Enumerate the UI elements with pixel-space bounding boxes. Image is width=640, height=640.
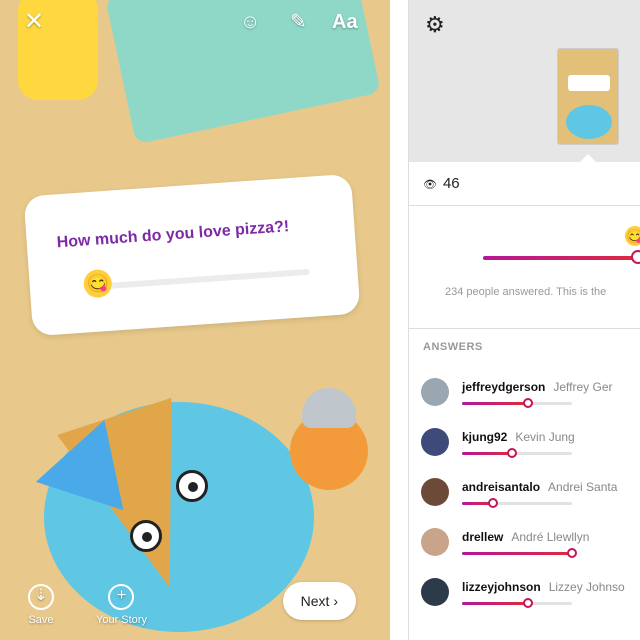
thumbnail-poll-card	[568, 75, 610, 91]
divider	[390, 0, 408, 640]
answer-slider-knob	[567, 548, 577, 558]
cartoon-eye-icon	[130, 520, 162, 552]
your-story-label: Your Story	[96, 614, 147, 626]
sticker-icon[interactable]: ☺	[240, 10, 260, 34]
answer-row[interactable]: kjung92 Kevin Jung	[409, 428, 640, 478]
answer-fullname: Lizzey Johnso	[548, 580, 625, 594]
answer-row[interactable]: jeffreydgerson Jeffrey Ger	[409, 378, 640, 428]
answer-username: drellew	[462, 530, 504, 544]
answer-row[interactable]: andreisantalo Andrei Santa	[409, 478, 640, 528]
thumbnail-plate	[566, 105, 612, 139]
answer-username: kjung92	[462, 430, 508, 444]
viking-helmet-illustration	[302, 388, 356, 428]
answer-slider-knob	[523, 598, 533, 608]
answer-fullname: Jeffrey Ger	[553, 380, 613, 394]
your-story-button[interactable]: + Your Story	[96, 584, 147, 626]
save-label: Save	[28, 614, 54, 626]
answer-slider-knob	[523, 398, 533, 408]
answer-slider-fill	[462, 602, 528, 605]
answer-fullname: Andrei Santa	[548, 480, 618, 494]
emoji-slider-sticker[interactable]: How much do you love pizza?! 😋	[23, 173, 361, 337]
story-composer: ✕ ☺ ✎ Aa How much do you love pizza?! 😋 …	[0, 0, 390, 640]
summary-slider-track	[483, 256, 640, 260]
answer-fullname: André Llewllyn	[511, 530, 590, 544]
answer-slider-fill	[462, 452, 512, 455]
caret-icon	[579, 154, 597, 163]
answer-slider	[462, 548, 577, 558]
story-preview-area: ⚙	[409, 0, 640, 163]
answer-username: lizzeyjohnson	[462, 580, 541, 594]
text-tool-button[interactable]: Aa	[332, 10, 358, 34]
views-count[interactable]: 👁 46	[423, 175, 460, 192]
answer-slider-knob	[487, 498, 498, 508]
avatar[interactable]	[421, 578, 449, 606]
cartoon-eye-icon	[176, 470, 208, 502]
avatar[interactable]	[421, 528, 449, 556]
close-icon[interactable]: ✕	[24, 10, 44, 34]
answers-heading: ANSWERS	[423, 341, 483, 353]
answer-row[interactable]: drellew André Llewllyn	[409, 528, 640, 578]
add-story-icon: +	[108, 584, 135, 610]
poll-slider-track[interactable]	[99, 268, 310, 290]
answer-slider-fill	[462, 552, 572, 555]
next-button[interactable]: Next ›	[282, 582, 356, 620]
avatar[interactable]	[421, 478, 449, 506]
avatar[interactable]	[421, 428, 449, 456]
eye-icon: 👁	[423, 179, 437, 191]
gear-icon[interactable]: ⚙	[425, 12, 445, 38]
download-icon: ⇣	[28, 584, 54, 610]
divider	[409, 328, 640, 329]
answer-username: jeffreydgerson	[462, 380, 546, 394]
poll-question: How much do you love pizza?!	[56, 218, 290, 252]
answer-fullname: Kevin Jung	[515, 430, 575, 444]
answer-slider	[462, 398, 572, 408]
save-button[interactable]: ⇣ Save	[28, 584, 54, 626]
answer-slider	[462, 598, 572, 608]
answer-row[interactable]: lizzeyjohnson Lizzey Johnso	[409, 578, 640, 628]
answer-slider	[462, 498, 572, 508]
summary-emoji: 😋	[625, 226, 640, 246]
answer-slider	[462, 448, 572, 458]
view-count-value: 46	[442, 175, 460, 192]
answer-username: andreisantalo	[462, 480, 541, 494]
poll-results-panel: ⚙ 👁 46 😋 234 people answered. This is the…	[408, 0, 640, 640]
answer-slider-knob	[506, 448, 517, 458]
poll-emoji-handle[interactable]: 😋	[82, 268, 113, 299]
story-thumbnail[interactable]	[557, 48, 619, 145]
summary-slider-knob	[631, 250, 640, 264]
divider	[409, 205, 640, 206]
avatar[interactable]	[421, 378, 449, 406]
draw-icon[interactable]: ✎	[290, 10, 307, 34]
answered-summary: 234 people answered. This is the	[445, 286, 607, 298]
answer-slider-fill	[462, 402, 528, 405]
